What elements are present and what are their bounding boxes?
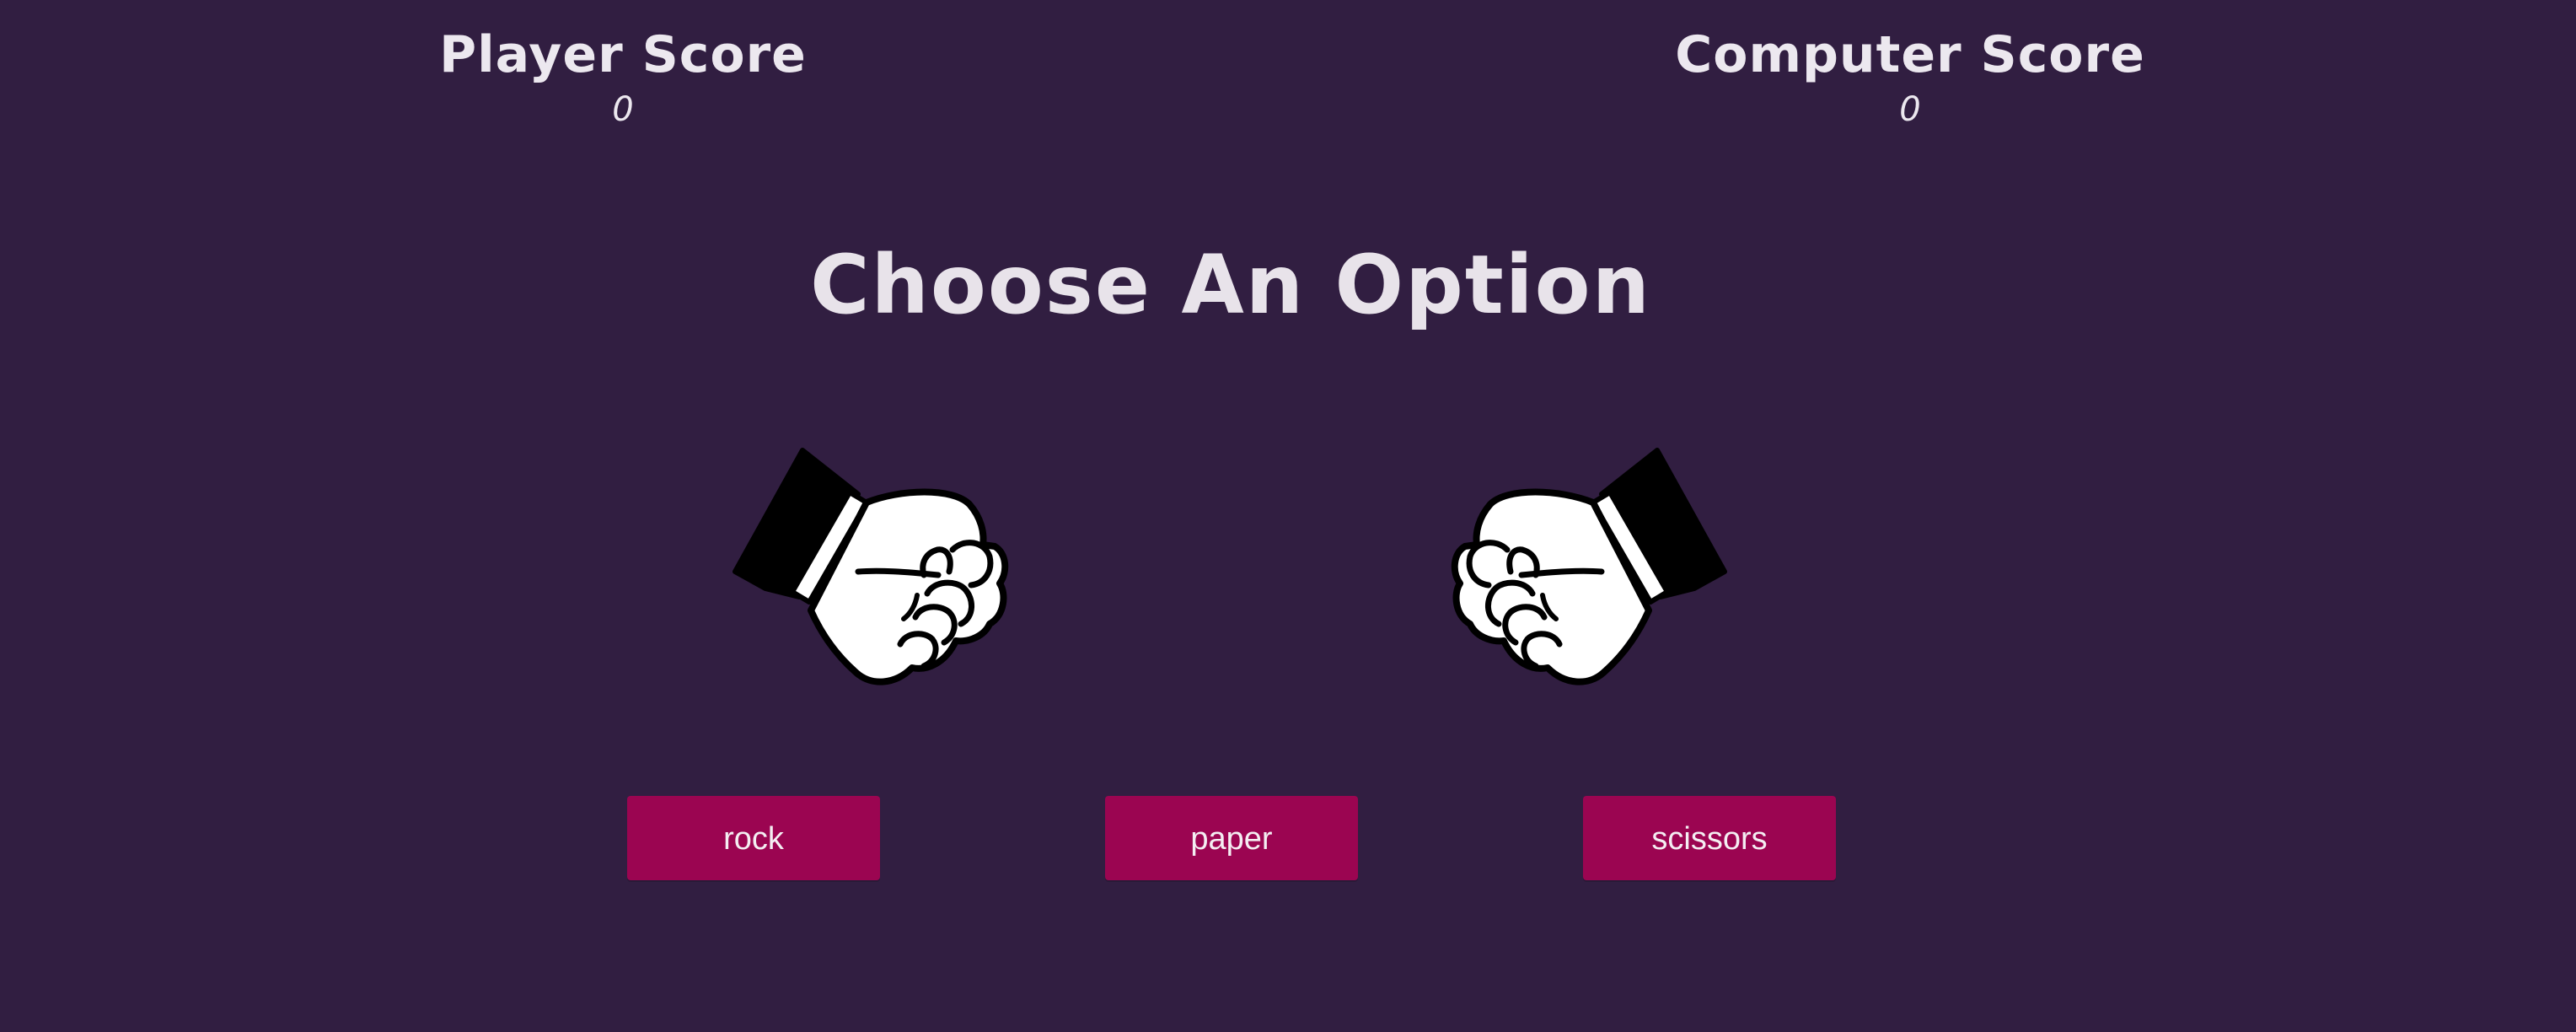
player-score-panel: Player Score 0 (286, 20, 960, 128)
rock-button[interactable]: rock (627, 796, 880, 880)
player-score-value: 0 (612, 90, 634, 129)
computer-rock-fist-icon (1451, 448, 1727, 685)
computer-score-panel: Computer Score 0 (1573, 20, 2247, 128)
player-score-label: Player Score (439, 25, 807, 84)
paper-button[interactable]: paper (1105, 796, 1358, 880)
player-rock-fist-icon (733, 448, 1009, 685)
choose-option-heading: Choose An Option (810, 238, 1651, 332)
computer-score-label: Computer Score (1675, 25, 2145, 84)
computer-score-value: 0 (1899, 90, 1921, 129)
scissors-button[interactable]: scissors (1583, 796, 1836, 880)
